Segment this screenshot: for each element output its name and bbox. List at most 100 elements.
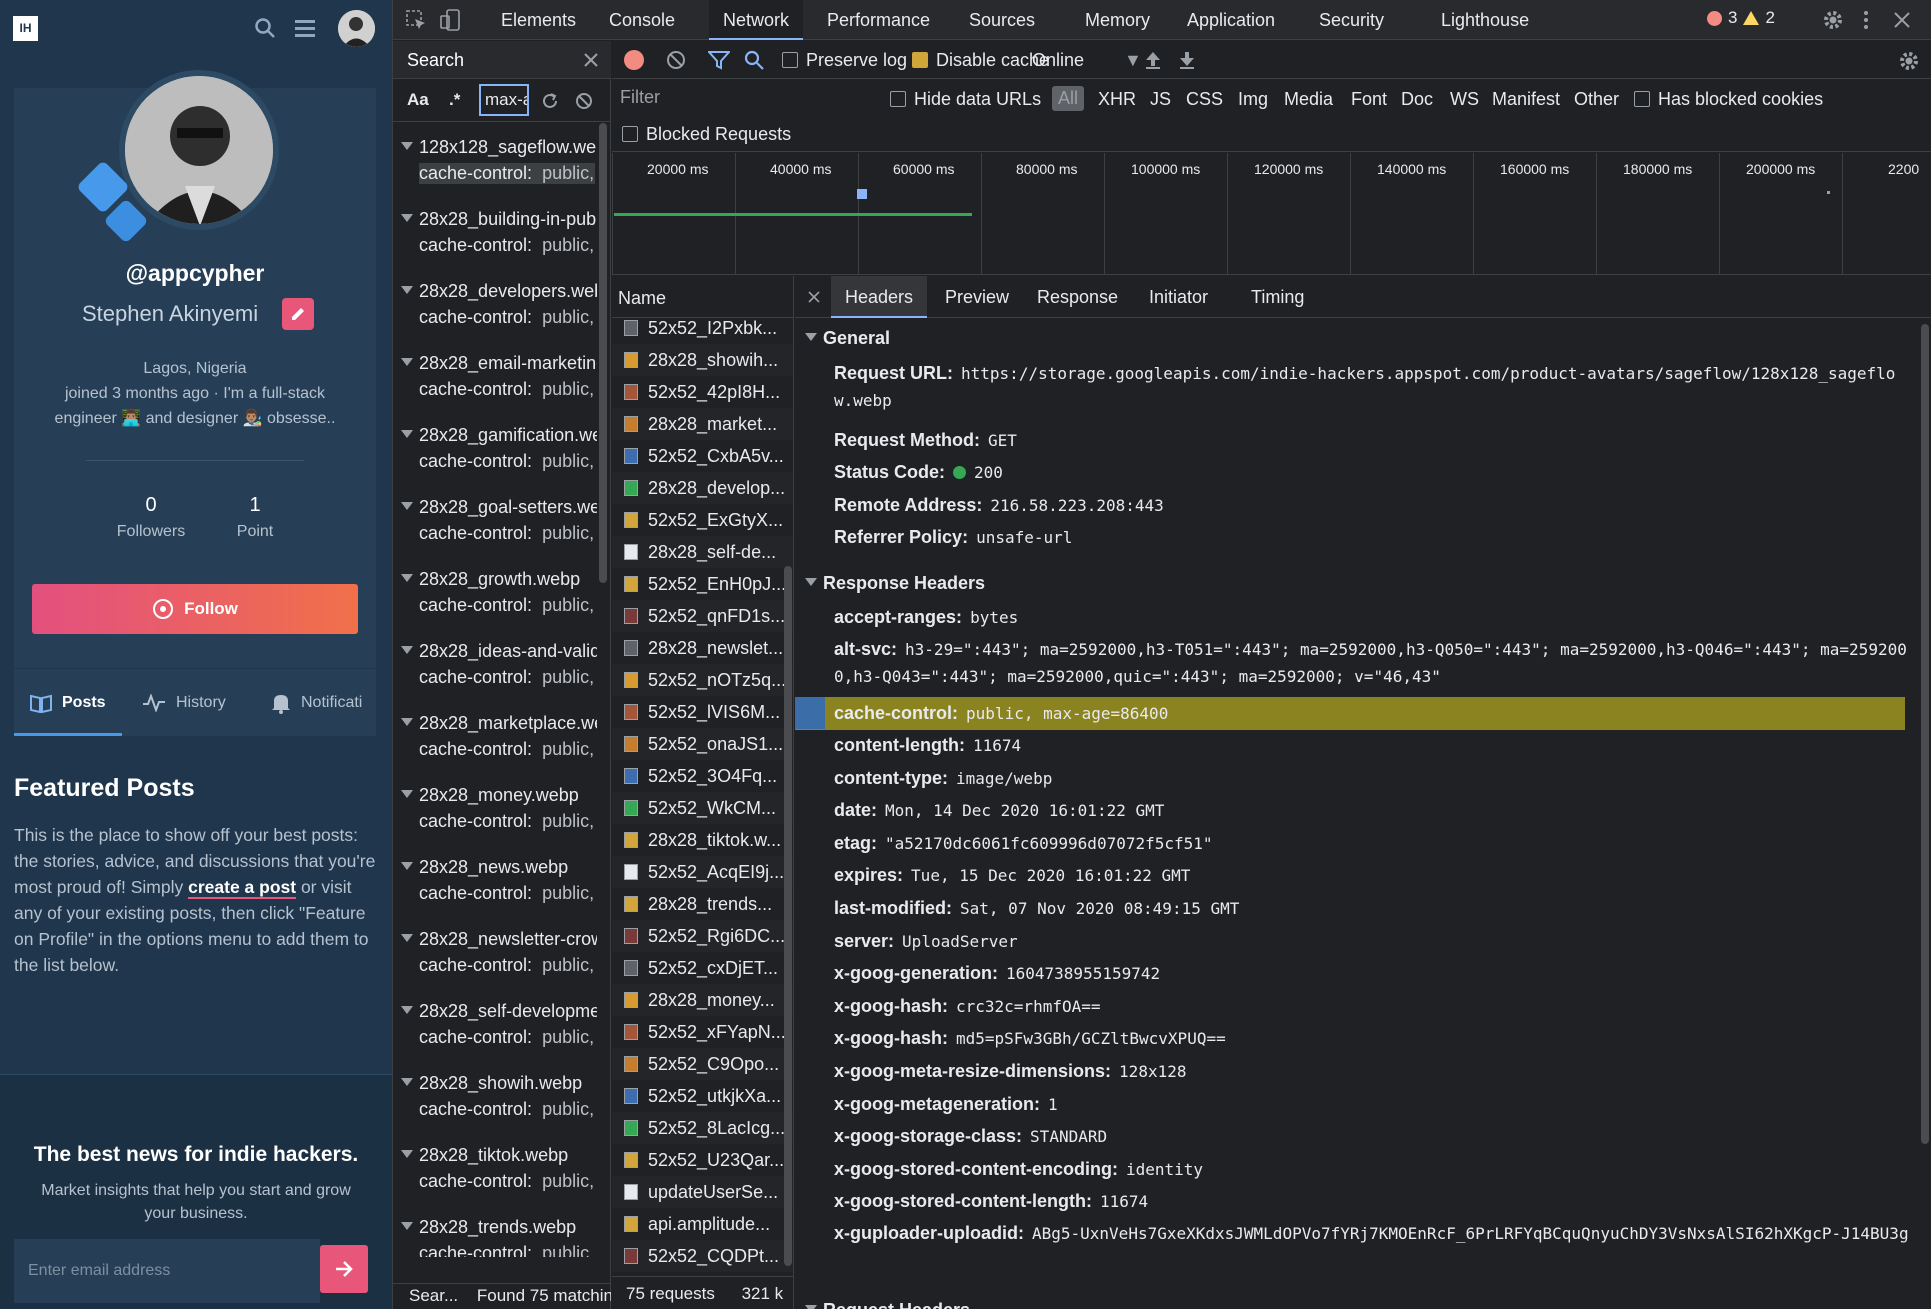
request-row[interactable]: 52x52_CQDPt... bbox=[612, 1240, 793, 1272]
tab-initiator[interactable]: Initiator bbox=[1135, 276, 1222, 318]
response-headers-section-toggle[interactable]: Response Headers bbox=[805, 573, 985, 594]
search-result[interactable]: 28x28_goal-setters.webp cache-control: pub… bbox=[393, 483, 611, 555]
search-result[interactable]: 28x28_gamification.webp cache-control: pub… bbox=[393, 411, 611, 483]
request-headers-section-toggle[interactable]: Request Headers bbox=[805, 1300, 970, 1309]
request-row[interactable]: 52x52_I2Pxbk... bbox=[612, 312, 793, 344]
search-result-file[interactable]: 28x28_money.webp bbox=[401, 785, 597, 806]
network-overview-timeline[interactable]: 20000 ms 40000 ms 60000 ms 80000 ms 1000… bbox=[612, 153, 1931, 275]
search-scrollbar[interactable] bbox=[599, 123, 607, 583]
request-row[interactable]: 28x28_showih... bbox=[612, 344, 793, 376]
tab-history[interactable]: History bbox=[142, 669, 226, 737]
follow-button[interactable]: Follow bbox=[32, 584, 358, 634]
preserve-log-checkbox[interactable]: Preserve log bbox=[782, 50, 907, 71]
search-result-match[interactable]: cache-control: public, max-age=86400 bbox=[419, 523, 595, 544]
filter-type-js[interactable]: JS bbox=[1150, 89, 1171, 110]
clear-log-icon[interactable] bbox=[666, 50, 686, 70]
search-result-match[interactable]: cache-control: public, max-age=86400 bbox=[419, 667, 595, 688]
request-row[interactable]: 52x52_qnFD1s... bbox=[612, 600, 793, 632]
request-row[interactable]: 52x52_AcqEI9j... bbox=[612, 856, 793, 888]
search-result[interactable]: 28x28_marketplace.webp cache-control: publ… bbox=[393, 699, 611, 771]
search-result-match[interactable]: cache-control: public, max-age=86400 bbox=[419, 235, 595, 256]
search-result-match[interactable]: cache-control: public, max-age=86400 bbox=[419, 451, 595, 472]
regex-toggle[interactable]: .* bbox=[449, 90, 460, 110]
tab-timing[interactable]: Timing bbox=[1237, 276, 1318, 318]
record-button[interactable] bbox=[624, 50, 644, 70]
request-row[interactable]: 52x52_3O4Fq... bbox=[612, 760, 793, 792]
tab-application[interactable]: Application bbox=[1173, 0, 1289, 40]
search-result-match[interactable]: cache-control: public, max-age=86400 bbox=[419, 379, 595, 400]
search-result-file[interactable]: 28x28_showih.webp bbox=[401, 1073, 597, 1094]
throttle-select[interactable]: Online ▼ bbox=[1032, 50, 1142, 71]
disable-cache-checkbox[interactable]: Disable cache bbox=[912, 50, 1049, 71]
request-row[interactable]: 52x52_ExGtyX... bbox=[612, 504, 793, 536]
search-result-file[interactable]: 28x28_ideas-and-validation.webp bbox=[401, 641, 597, 662]
user-avatar[interactable] bbox=[338, 10, 375, 47]
name-column-header[interactable]: Name bbox=[618, 288, 666, 309]
request-row[interactable]: 52x52_lVIS6M... bbox=[612, 696, 793, 728]
tab-posts[interactable]: Posts bbox=[30, 669, 106, 737]
search-result-file[interactable]: 28x28_news.webp bbox=[401, 857, 597, 878]
device-toolbar-icon[interactable] bbox=[439, 8, 461, 32]
search-result[interactable]: 28x28_tiktok.webp cache-control: public, m… bbox=[393, 1131, 611, 1203]
search-result[interactable]: 28x28_trends.webp cache-control: public, m… bbox=[393, 1203, 611, 1257]
search-result-match[interactable]: cache-control: public, max-age=86400 bbox=[419, 1243, 595, 1257]
request-row[interactable]: 52x52_nOTz5q... bbox=[612, 664, 793, 696]
request-row[interactable]: 52x52_WkCM... bbox=[612, 792, 793, 824]
tab-notifications[interactable]: Notificati bbox=[271, 669, 362, 737]
more-vertical-icon[interactable] bbox=[1861, 9, 1871, 31]
filter-icon[interactable] bbox=[708, 50, 730, 70]
request-row[interactable]: 52x52_utkjkXa... bbox=[612, 1080, 793, 1112]
search-network-icon[interactable] bbox=[744, 50, 764, 70]
search-result-match[interactable]: cache-control: public, max-age=86400 bbox=[419, 163, 595, 184]
close-details-icon[interactable] bbox=[807, 290, 821, 304]
tab-headers[interactable]: Headers bbox=[831, 276, 928, 318]
search-result-match[interactable]: cache-control: public, max-age=86400 bbox=[419, 307, 595, 328]
filter-type-ws[interactable]: WS bbox=[1450, 89, 1479, 110]
filter-type-img[interactable]: Img bbox=[1238, 89, 1268, 110]
import-har-icon[interactable] bbox=[1144, 50, 1162, 70]
edit-profile-button[interactable] bbox=[282, 298, 314, 330]
request-row[interactable]: updateUserSe... bbox=[612, 1176, 793, 1208]
filter-type-css[interactable]: CSS bbox=[1186, 89, 1223, 110]
general-section-toggle[interactable]: General bbox=[805, 328, 890, 349]
network-settings-icon[interactable] bbox=[1898, 50, 1920, 72]
search-result-match[interactable]: cache-control: public, max-age=86400 bbox=[419, 595, 595, 616]
search-result-match[interactable]: cache-control: public, max-age=86400 bbox=[419, 1099, 595, 1120]
filter-type-other[interactable]: Other bbox=[1574, 89, 1619, 110]
request-row[interactable]: 28x28_market... bbox=[612, 408, 793, 440]
tab-response[interactable]: Response bbox=[1023, 276, 1132, 318]
email-input[interactable]: Enter email address bbox=[14, 1239, 320, 1303]
search-result-file[interactable]: 28x28_newsletter-crowd.webp bbox=[401, 929, 597, 950]
request-row[interactable]: 52x52_42pI8H... bbox=[612, 376, 793, 408]
filter-type-all[interactable]: All bbox=[1052, 86, 1085, 111]
request-row[interactable]: 52x52_U23Qar... bbox=[612, 1144, 793, 1176]
hide-data-urls-checkbox[interactable]: Hide data URLs bbox=[890, 89, 1041, 110]
tab-sources[interactable]: Sources bbox=[955, 0, 1049, 40]
search-result-file[interactable]: 28x28_self-development.webp bbox=[401, 1001, 597, 1022]
details-scrollbar[interactable] bbox=[1921, 324, 1929, 1144]
search-result-match[interactable]: cache-control: public, max-age=86400 bbox=[419, 955, 595, 976]
request-row[interactable]: 52x52_CxbA5v... bbox=[612, 440, 793, 472]
search-result-file[interactable]: 28x28_tiktok.webp bbox=[401, 1145, 597, 1166]
search-result-file[interactable]: 28x28_trends.webp bbox=[401, 1217, 597, 1238]
request-row[interactable]: 52x52_onaJS1... bbox=[612, 728, 793, 760]
menu-icon[interactable] bbox=[293, 16, 317, 40]
request-list-scrollbar[interactable] bbox=[784, 566, 792, 1266]
search-result[interactable]: 28x28_building-in-public.webp cache-contr… bbox=[393, 195, 611, 267]
request-row[interactable]: 52x52_Rgi6DC... bbox=[612, 920, 793, 952]
request-row[interactable]: 28x28_trends... bbox=[612, 888, 793, 920]
search-result-file[interactable]: 28x28_marketplace.webp bbox=[401, 713, 597, 734]
search-result-file[interactable]: 28x28_gamification.webp bbox=[401, 425, 597, 446]
tab-lighthouse[interactable]: Lighthouse bbox=[1427, 0, 1543, 40]
tab-elements[interactable]: Elements bbox=[487, 0, 590, 40]
clear-icon[interactable] bbox=[575, 92, 593, 110]
ih-logo[interactable]: IH bbox=[13, 16, 38, 41]
search-result-match[interactable]: cache-control: public, max-age=86400 bbox=[419, 883, 595, 904]
gear-icon[interactable] bbox=[1822, 9, 1844, 31]
tab-console[interactable]: Console bbox=[595, 0, 689, 40]
search-result[interactable]: 28x28_showih.webp cache-control: public, m… bbox=[393, 1059, 611, 1131]
search-result-match[interactable]: cache-control: public, max-age=86400 bbox=[419, 1171, 595, 1192]
match-case-toggle[interactable]: Aa bbox=[407, 90, 429, 110]
search-result-match[interactable]: cache-control: public, max-age=86400 bbox=[419, 739, 595, 760]
filter-input[interactable]: Filter bbox=[620, 87, 856, 113]
